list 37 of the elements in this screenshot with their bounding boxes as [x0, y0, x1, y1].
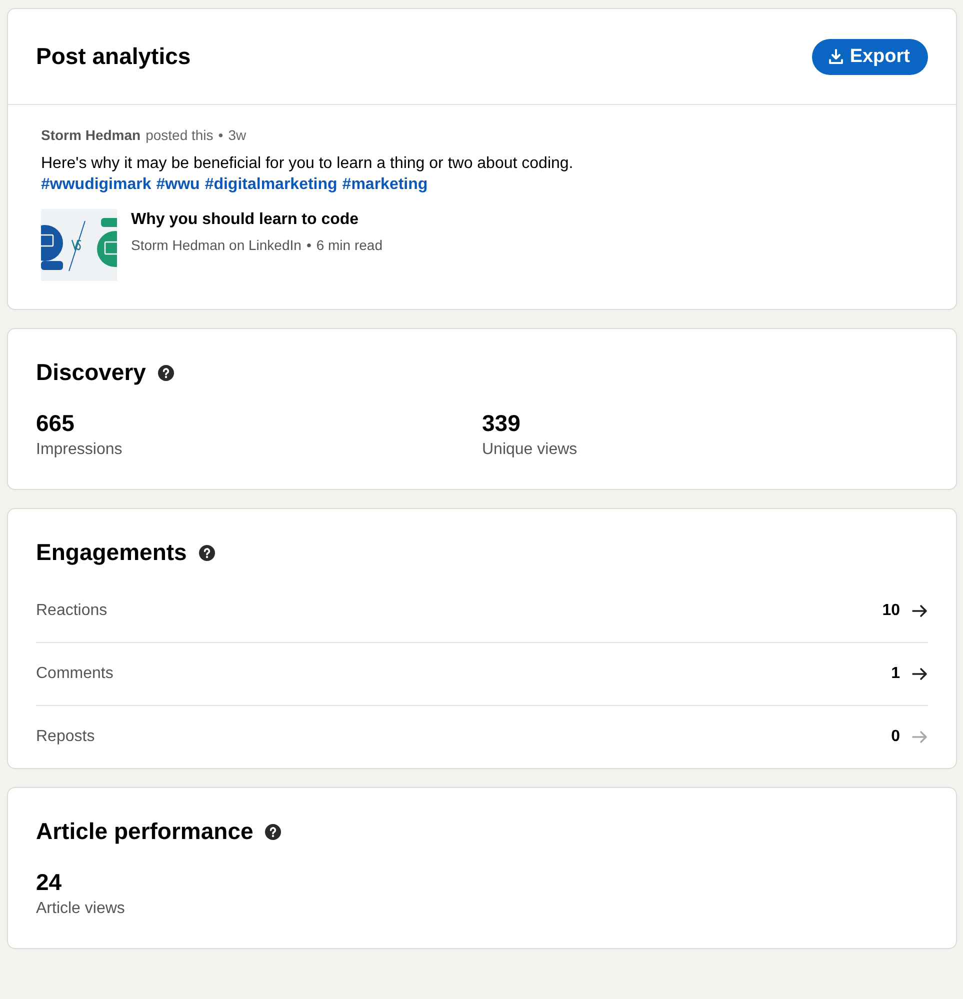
help-icon[interactable] — [198, 544, 215, 560]
engagement-count: 0 — [891, 728, 900, 746]
arrow-right-icon[interactable] — [912, 666, 928, 682]
hashtag-link[interactable]: #digitalmarketing — [204, 176, 338, 194]
engagement-count: 1 — [891, 665, 900, 683]
post-action: posted this — [146, 127, 214, 143]
download-icon — [828, 48, 844, 64]
metric-label: Unique views — [482, 441, 578, 459]
separator-dot: • — [306, 237, 312, 253]
engagement-label: Reactions — [36, 602, 108, 620]
page-title: Post analytics — [36, 43, 191, 70]
article-title[interactable]: Why you should learn to code — [131, 211, 382, 229]
read-time: 6 min read — [316, 237, 382, 253]
export-button[interactable]: Export — [812, 38, 928, 74]
hashtag-link[interactable]: #wwu — [156, 176, 200, 194]
section-title: Engagements — [36, 539, 187, 566]
metric-value: 339 — [482, 410, 522, 437]
metric-value: 665 — [36, 410, 76, 437]
post-age: 3w — [228, 127, 246, 143]
engagement-label: Comments — [36, 665, 114, 683]
help-icon[interactable] — [265, 824, 282, 840]
engagement-label: Reposts — [36, 728, 96, 746]
author-name[interactable]: Storm Hedman — [41, 127, 141, 143]
section-title: Article performance — [36, 818, 254, 845]
post-text: Here's why it may be beneficial for you to learn a thing or two about coding. — [41, 155, 574, 173]
hashtag-link[interactable]: #wwudigimark — [41, 176, 152, 194]
separator-dot: • — [218, 127, 224, 143]
engagement-count: 10 — [882, 602, 900, 620]
metric-value: 24 — [36, 869, 63, 896]
hashtag-link[interactable]: #marketing — [342, 176, 428, 194]
arrow-right-icon[interactable] — [912, 603, 928, 619]
article-thumbnail-drawing[interactable] — [41, 209, 117, 281]
section-title: Discovery — [36, 359, 146, 386]
help-icon[interactable] — [158, 364, 174, 380]
metric-label: Article views — [36, 900, 126, 918]
article-source: Storm Hedman on LinkedIn — [131, 237, 302, 253]
metric-label: Impressions — [36, 441, 124, 459]
